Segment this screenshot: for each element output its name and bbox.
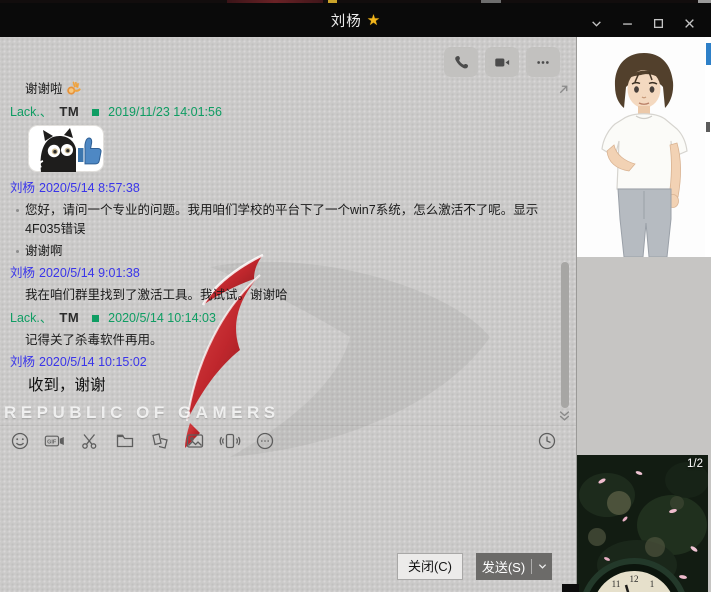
emoji-button[interactable] [9, 430, 31, 452]
screen-share-button[interactable] [149, 430, 171, 452]
message-text: 记得关了杀毒软件再用。 [0, 331, 568, 350]
message-text: 收到，谢谢 [0, 375, 568, 397]
sender-name: Lack.、 [10, 311, 52, 325]
sender-name: 刘杨 [10, 266, 35, 280]
sender-name: Lack.、 [10, 105, 52, 119]
sender-badge: TM [59, 310, 79, 325]
send-button-label: 发送(S) [476, 557, 531, 576]
message-timestamp: 2020/5/14 8:57:38 [39, 181, 140, 195]
send-options-button[interactable] [532, 562, 552, 571]
more-tools-button[interactable] [254, 430, 276, 452]
vip-star-icon: ★ [367, 11, 380, 29]
chevron-down-icon [591, 18, 602, 29]
qq-show-scroll-thumb[interactable] [706, 43, 711, 65]
message-sender-line: 刘杨 2020/5/14 9:01:38 [0, 264, 568, 283]
rog-wallpaper-text: REPUBLIC OF GAMERS [4, 403, 280, 423]
sender-name: 刘杨 [10, 355, 35, 369]
message-timestamp: 2020/5/14 10:15:02 [39, 355, 147, 369]
message-history-button[interactable] [536, 430, 558, 452]
qq-show-scroll-mark [706, 122, 710, 132]
close-window-button[interactable] [674, 6, 705, 40]
folder-icon [115, 431, 135, 451]
message-text: 谢谢啦 [0, 80, 568, 99]
message-text: 谢谢啊 [0, 242, 568, 261]
shake-phone-icon [219, 431, 241, 451]
window-controls [581, 6, 705, 40]
message-timestamp: 2019/11/23 14:01:56 [108, 105, 222, 119]
screenshot-button[interactable] [79, 430, 101, 452]
cat-thumbs-up-sticker [28, 125, 104, 172]
ok-hand-emoji [66, 81, 81, 96]
svg-text:11: 11 [612, 579, 621, 589]
svg-text:GIF: GIF [47, 439, 57, 445]
maximize-button[interactable] [643, 6, 674, 40]
clock-icon [537, 431, 557, 451]
minimize-button[interactable] [612, 6, 643, 40]
send-button[interactable]: 发送(S) [476, 553, 552, 580]
jump-to-latest-button[interactable] [558, 409, 571, 422]
page-title: 刘杨 [331, 10, 362, 31]
message-text: 我在咱们群里找到了激活工具。我试试。谢谢哈 [0, 286, 568, 305]
message-sender-line: 刘杨 2020/5/14 8:57:38 [0, 179, 568, 198]
message-list: 谢谢啦 Lack.、 TM 2019/11/23 14:01:56 [0, 37, 568, 400]
close-icon [684, 18, 695, 29]
titlebar: 刘杨 ★ [0, 3, 711, 37]
green-square-icon [92, 315, 99, 322]
expand-corner-button[interactable] [557, 83, 570, 96]
message-sender-line: Lack.、 TM 2019/11/23 14:01:56 [0, 102, 568, 122]
green-square-icon [92, 109, 99, 116]
gif-icon: GIF [44, 431, 66, 451]
screen-share-icon [149, 431, 171, 451]
message-timestamp: 2020/5/14 10:14:03 [108, 311, 216, 325]
chat-window: 刘杨 ★ [0, 0, 711, 592]
chat-scrollbar[interactable] [561, 262, 569, 408]
input-toolbar: GIF [0, 425, 576, 455]
gif-hot-pics-button[interactable]: GIF [44, 430, 66, 452]
minimize-icon [622, 18, 633, 29]
ad-page-indicator: 1/2 [687, 458, 703, 470]
boy-avatar [577, 37, 711, 257]
close-button[interactable]: 关闭(C) [397, 553, 463, 580]
sticker-message[interactable] [28, 125, 568, 172]
background-corner-mark [562, 584, 579, 592]
double-chevron-down-icon [558, 409, 571, 422]
message-text: 您好，请问一个专业的问题。我用咱们学校的平台下了一个win7系统，怎么激活不了呢… [0, 201, 568, 239]
smiley-icon [10, 431, 30, 451]
message-timestamp: 2020/5/14 9:01:38 [39, 266, 140, 280]
collapse-chevron-button[interactable] [581, 6, 612, 40]
message-input-area [0, 456, 560, 551]
svg-text:12: 12 [630, 574, 639, 584]
image-icon [185, 431, 205, 451]
flower-clock-photo: 12111 102 93 [577, 455, 708, 592]
window-shake-button[interactable] [219, 430, 241, 452]
message-input[interactable] [0, 456, 560, 551]
message-sender-line: 刘杨 2020/5/14 10:15:02 [0, 353, 568, 372]
maximize-icon [653, 18, 664, 29]
svg-text:1: 1 [650, 579, 655, 589]
right-sidebar: 12111 102 93 1/2 [577, 37, 711, 592]
expand-corner-icon [557, 83, 570, 96]
qq-show-scrollbar[interactable] [705, 37, 711, 257]
message-sender-line: Lack.、 TM 2020/5/14 10:14:03 [0, 308, 568, 328]
sender-name: 刘杨 [10, 181, 35, 195]
send-file-button[interactable] [114, 430, 136, 452]
sender-badge: TM [59, 104, 79, 119]
scissors-icon [80, 431, 100, 451]
chevron-down-icon [538, 562, 547, 571]
more-circle-icon [255, 431, 275, 451]
send-image-button[interactable] [184, 430, 206, 452]
chat-area: REPUBLIC OF GAMERS [0, 37, 576, 592]
ad-image-panel[interactable]: 12111 102 93 1/2 [577, 455, 708, 592]
qq-show-panel[interactable] [577, 37, 711, 257]
